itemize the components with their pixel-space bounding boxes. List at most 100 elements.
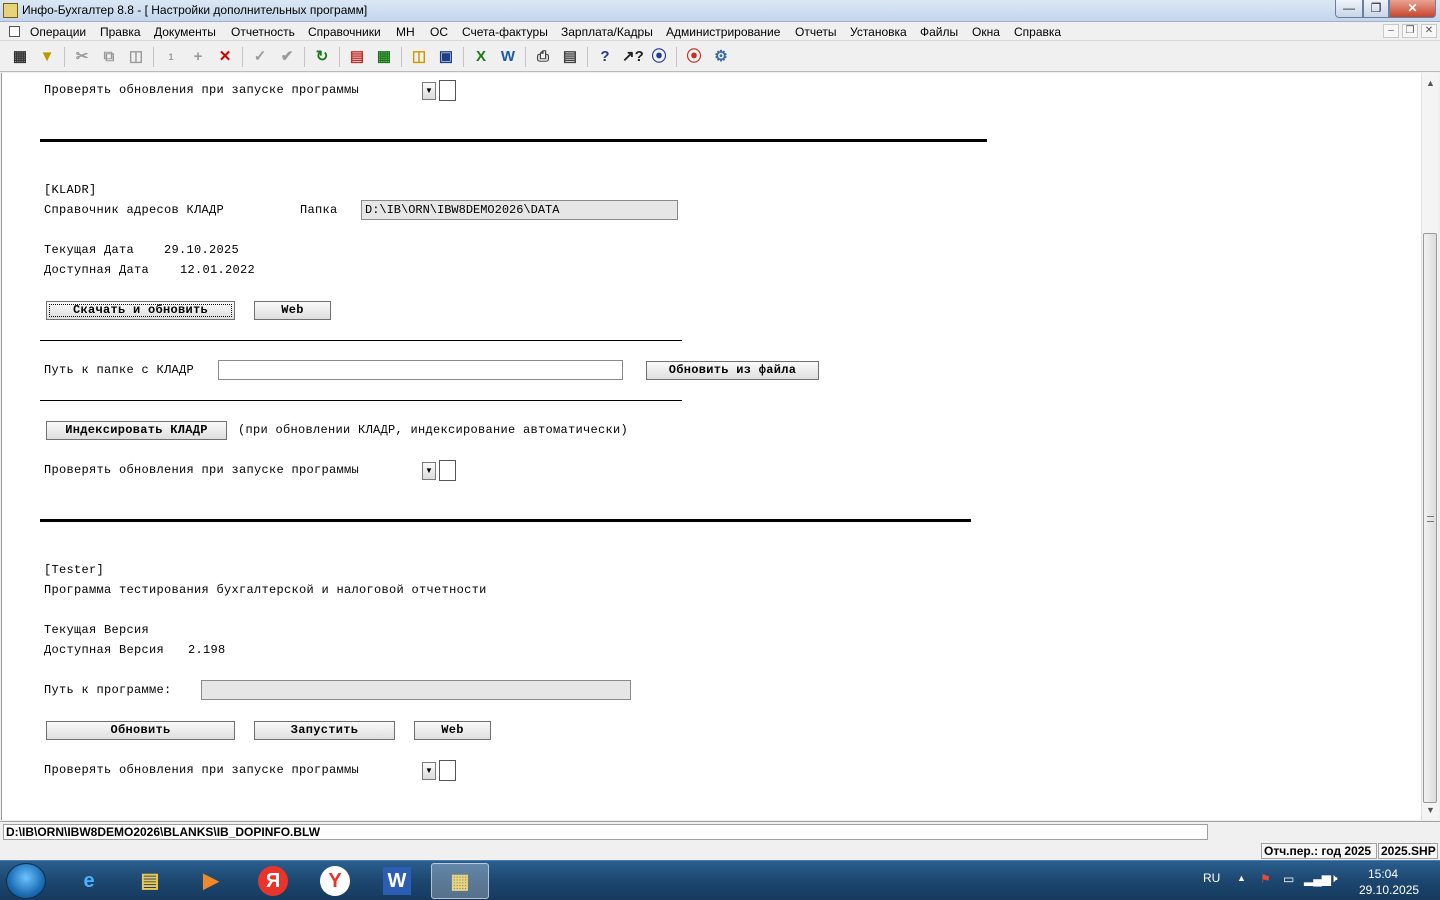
web-settings-icon[interactable]: ⚙ [711,47,731,67]
menu-setup[interactable]: Установка [850,25,907,39]
clock-date[interactable]: 29.10.2025 [1359,883,1419,897]
tester-current-version-label: Текущая Версия [44,623,150,637]
help-icon[interactable]: ? [595,47,615,67]
tester-tag: [Tester] [44,563,105,577]
menu-reporting[interactable]: Отчетность [231,25,295,39]
kladr-check-updates-dropdown[interactable]: ▼ [422,462,436,480]
word-icon[interactable]: W [368,863,426,899]
section-divider [40,139,987,142]
settings-panel: Проверять обновления при запуске програм… [1,73,1421,820]
print-icon[interactable]: ⎙ [533,47,553,67]
scroll-thumb[interactable] [1423,233,1437,803]
grid-icon[interactable]: ▦ [10,47,30,67]
document-system-menu-icon[interactable] [9,26,20,37]
ie-icon[interactable]: e [60,863,118,899]
infobuh-icon[interactable]: ▦ [431,863,489,899]
vertical-scrollbar[interactable]: ▲ ▼ [1421,73,1438,820]
top-check-updates-checkbox[interactable] [439,80,456,101]
tester-check-updates-dropdown[interactable]: ▼ [422,762,436,780]
menu-windows[interactable]: Окна [972,25,1000,39]
tester-update-button[interactable]: Обновить [46,721,235,740]
cut-icon[interactable]: ✂ [72,47,92,67]
kladr-divider-2 [40,400,682,401]
section-divider-2 [40,519,971,522]
kladr-web-button[interactable]: Web [254,301,331,320]
window-title: Инфо-Бухгалтер 8.8 - [ Настройки дополни… [22,3,368,17]
pdf-icon[interactable]: ▤ [347,47,367,67]
paste-icon[interactable]: ◫ [126,47,146,67]
filter-icon[interactable]: ▼ [37,47,57,67]
scroll-up-arrow[interactable]: ▲ [1422,75,1439,92]
status-bar: D:\IB\ORN\IBW8DEMO2026\BLANKS\IB_DOPINFO… [0,821,1440,841]
kladr-path-input[interactable] [218,360,623,380]
scroll-down-arrow[interactable]: ▼ [1422,802,1439,819]
preview-icon[interactable]: ▤ [560,47,580,67]
device-icon[interactable]: ▭ [1283,872,1294,886]
top-check-updates-dropdown[interactable]: ▼ [422,82,436,100]
system-tray: RU ▲ ⚑ ▭ ▂▄▆ 🕨 15:04 29.10.2025 [1180,861,1440,900]
menu-references[interactable]: Справочники [308,25,381,39]
tester-check-updates-checkbox[interactable] [439,760,456,781]
numbering-icon[interactable]: 1 [161,47,181,67]
tester-run-button[interactable]: Запустить [254,721,395,740]
media-player-icon[interactable]: ▶ [182,863,240,899]
menu-administration[interactable]: Администрирование [666,25,780,39]
kladr-folder-field[interactable]: D:\IB\ORN\IBW8DEMO2026\DATA [361,200,678,220]
menu-help[interactable]: Справка [1014,25,1061,39]
kladr-check-updates-checkbox[interactable] [439,460,456,481]
mdi-minimize-button[interactable]: – [1383,24,1399,38]
calculator-icon[interactable]: ▦ [374,47,394,67]
kladr-download-update-button[interactable]: Скачать и обновить [46,301,235,320]
maximize-button[interactable]: ❐ [1363,0,1389,18]
save-icon[interactable]: ▣ [436,47,456,67]
volume-icon[interactable]: 🕨 [1330,871,1338,886]
kladr-update-from-file-button[interactable]: Обновить из файла [646,361,819,380]
title-bar: Инфо-Бухгалтер 8.8 - [ Настройки дополни… [0,0,1440,22]
language-indicator[interactable]: RU [1203,871,1220,885]
tester-available-version-value: 2.198 [188,643,226,657]
delete-icon[interactable]: ✕ [215,47,235,67]
kladr-available-date-value: 12.01.2022 [180,263,256,277]
word-icon[interactable]: W [498,47,518,67]
kladr-available-date-label: Доступная Дата [44,263,150,277]
close-button[interactable]: ✕ [1389,0,1436,18]
refresh-icon[interactable]: ↻ [312,47,332,67]
yandex-browser-icon[interactable]: Y [306,863,364,899]
kladr-current-date-label: Текущая Дата [44,243,135,257]
tester-path-label: Путь к программе: [44,683,172,697]
flag-icon[interactable]: ⚑ [1260,872,1271,886]
tray-expand-icon[interactable]: ▲ [1237,873,1246,883]
menu-files[interactable]: Файлы [920,25,958,39]
add-icon[interactable]: + [188,47,208,67]
support-icon[interactable]: ⦿ [684,47,704,67]
kladr-divider-1 [40,340,682,341]
compass-icon[interactable]: ⦿ [649,47,669,67]
explorer-icon[interactable]: ▤ [121,863,179,899]
copy-icon[interactable]: ⧉ [99,47,119,67]
start-button[interactable] [6,863,46,899]
clock-time[interactable]: 15:04 [1368,867,1398,881]
yandex-icon[interactable]: Я [244,863,302,899]
menu-operations[interactable]: Операции [30,25,86,39]
tester-web-button[interactable]: Web [414,721,491,740]
tester-path-field[interactable] [201,680,631,700]
menu-invoices[interactable]: Счета-фактуры [462,25,548,39]
open-folder-icon[interactable]: ◫ [409,47,429,67]
tester-available-version-label: Доступная Версия [44,643,165,657]
pick-icon[interactable]: ✓ [250,47,270,67]
menu-payroll[interactable]: Зарплата/Кадры [561,25,653,39]
mdi-restore-button[interactable]: ❐ [1402,24,1418,38]
menu-edit[interactable]: Правка [100,25,141,39]
network-icon[interactable]: ▂▄▆ [1304,872,1331,886]
menu-documents[interactable]: Документы [154,25,216,39]
context-help-icon[interactable]: ↗? [622,47,644,67]
menu-reports[interactable]: Отчеты [795,25,836,39]
kladr-index-button[interactable]: Индексировать КЛАДР [46,421,227,440]
menu-os[interactable]: ОС [430,25,448,39]
excel-icon[interactable]: X [471,47,491,67]
mdi-close-button[interactable]: ✕ [1421,24,1437,38]
kladr-index-note: (при обновлении КЛАДР, индексирование ав… [238,423,629,437]
menu-mn[interactable]: МН [396,25,415,39]
minimize-button[interactable]: — [1335,0,1363,18]
pick-all-icon[interactable]: ✔ [277,47,297,67]
